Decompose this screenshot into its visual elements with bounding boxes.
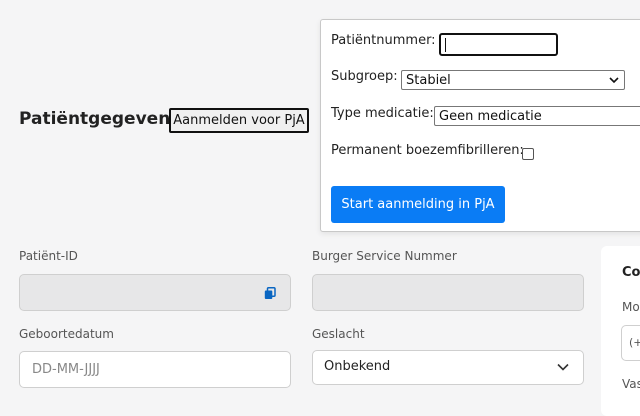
register-pja-button[interactable]: Aanmelden voor PjA [169, 108, 309, 133]
medication-type-select[interactable]: Geen medicatie [434, 106, 640, 126]
gender-label: Geslacht [312, 327, 365, 341]
mobile-input[interactable]: (+ [621, 325, 640, 361]
date-of-birth-input[interactable]: DD-MM-JJJJ [19, 351, 291, 388]
contact-card: Co Mo (+ Vas [601, 246, 640, 416]
date-of-birth-label: Geboortedatum [19, 327, 114, 341]
permanent-af-checkbox[interactable] [522, 148, 534, 160]
subgroup-select[interactable]: Stabiel [401, 70, 625, 90]
medication-type-label: Type medicatie: [331, 106, 434, 121]
patient-number-input[interactable] [439, 33, 558, 56]
gender-select[interactable]: Onbekend [312, 350, 584, 385]
landline-label: Vas [622, 377, 640, 391]
page-title: Patiëntgegevens [19, 109, 181, 129]
permanent-af-label: Permanent boezemfibrilleren: [331, 143, 524, 158]
patient-id-field [19, 274, 291, 311]
bsn-field [312, 274, 584, 311]
contact-card-title: Co [622, 265, 640, 280]
chevron-down-icon [557, 363, 569, 371]
bsn-label: Burger Service Nummer [312, 249, 457, 263]
subgroup-value: Stabiel [406, 72, 451, 88]
gender-value: Onbekend [324, 359, 391, 374]
patient-number-label: Patiëntnummer: [331, 33, 436, 48]
pja-registration-popover: Patiëntnummer: Subgroep: Stabiel Type me… [320, 19, 640, 232]
mobile-label: Mo [622, 300, 640, 314]
text-caret [445, 38, 446, 52]
copy-icon[interactable] [264, 287, 276, 300]
medication-type-value: Geen medicatie [439, 108, 542, 124]
mobile-prefix: (+ [629, 336, 640, 349]
subgroup-label: Subgroep: [331, 69, 398, 84]
chevron-down-icon [609, 77, 619, 84]
patient-id-label: Patiënt-ID [19, 249, 78, 263]
date-of-birth-placeholder: DD-MM-JJJJ [32, 362, 100, 377]
start-pja-registration-button[interactable]: Start aanmelding in PjA [331, 186, 505, 223]
